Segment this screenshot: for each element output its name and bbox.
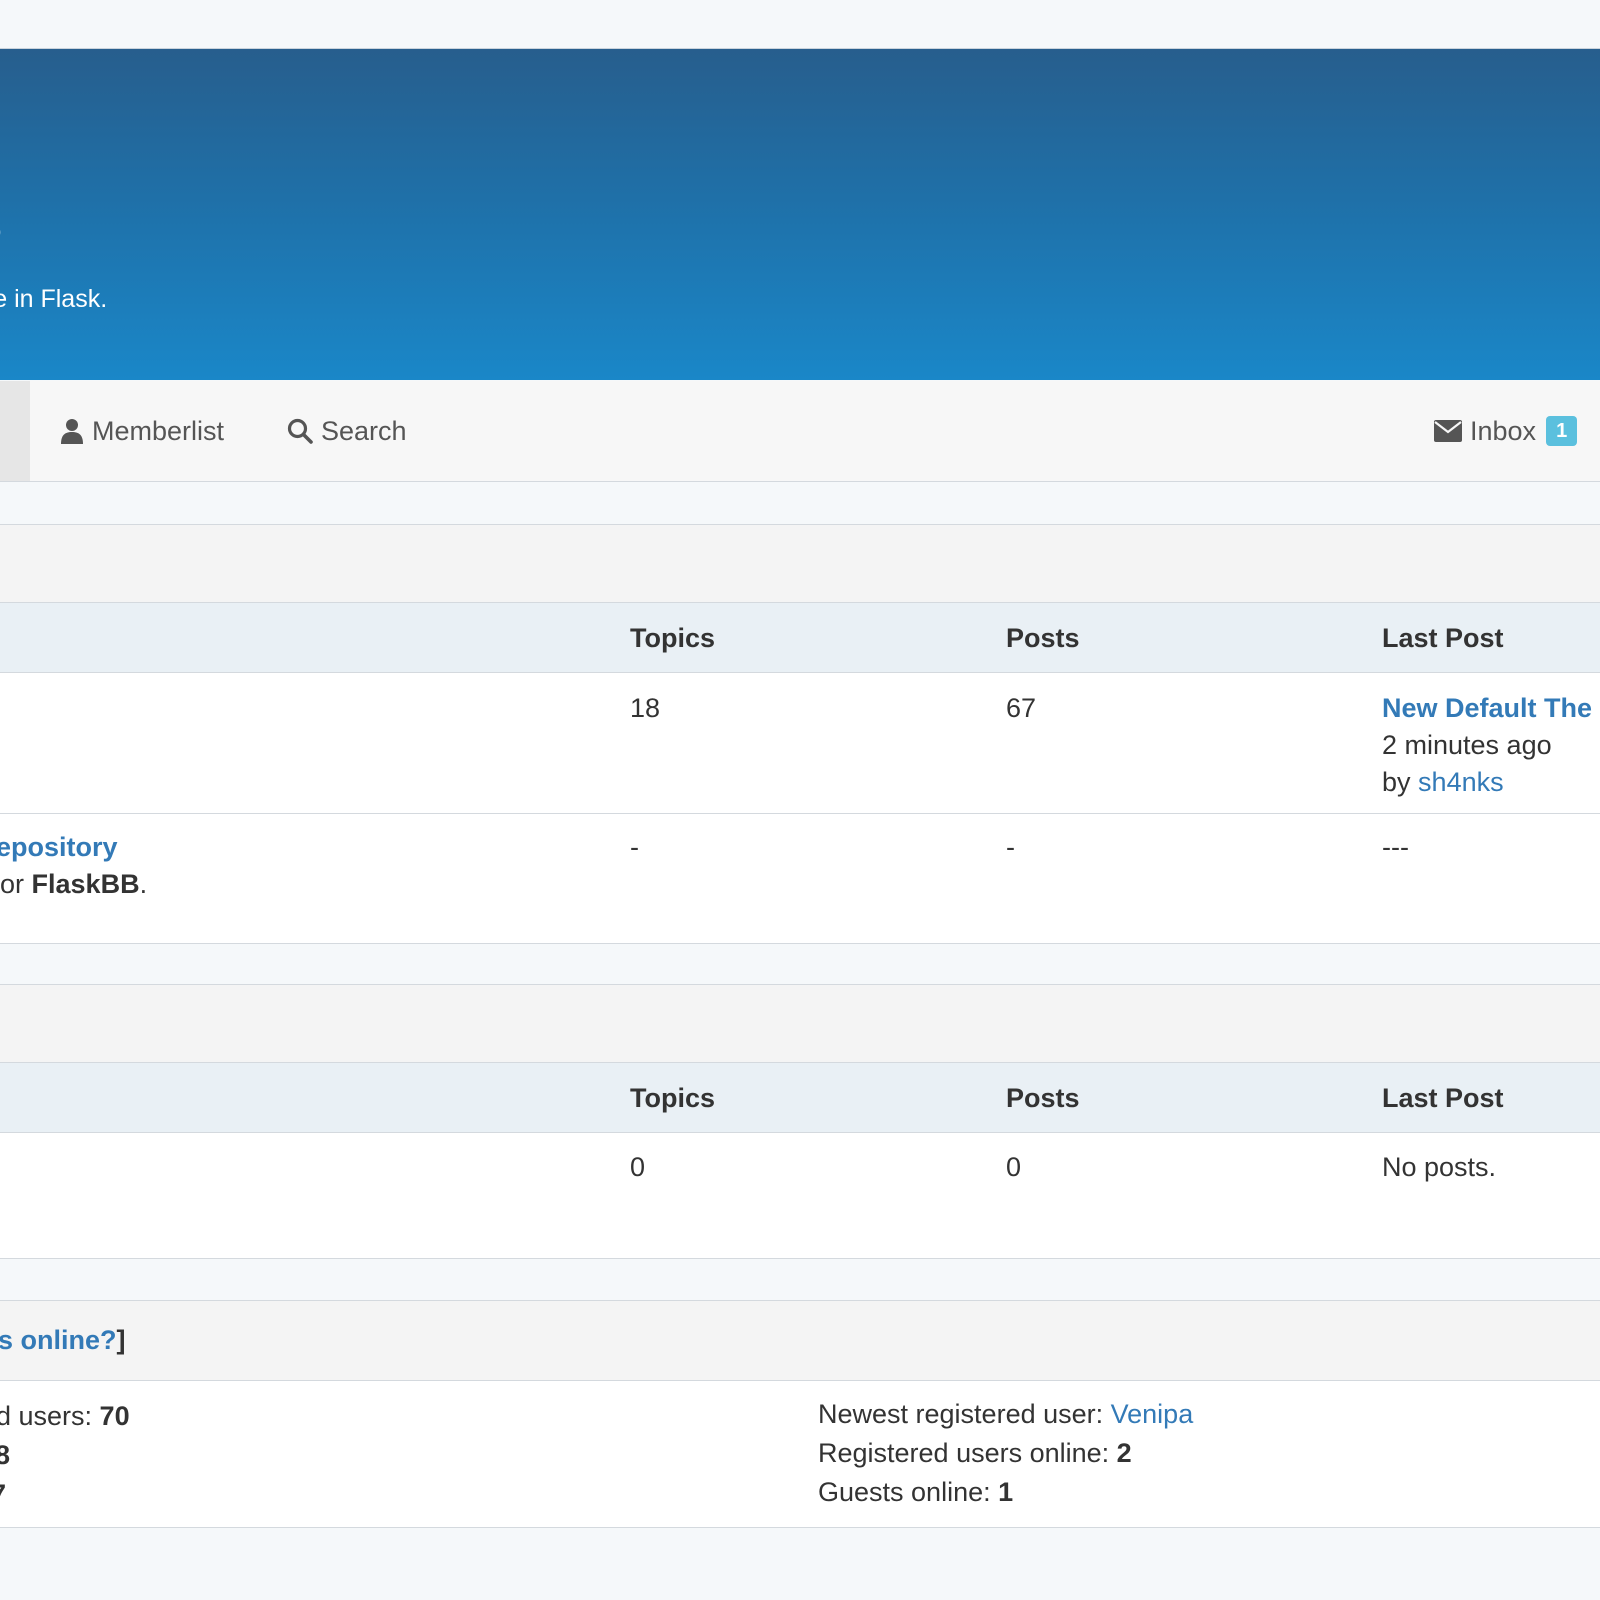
stat-total-users: d users: 70 xyxy=(0,1397,130,1435)
forum-posts-count: - xyxy=(1006,832,1015,862)
nav-item-search[interactable]: Search xyxy=(287,411,407,451)
column-last-post: Last Post xyxy=(1382,1083,1504,1113)
forum-row: 0 0 No posts. xyxy=(0,1133,1600,1259)
forum-topics-count: 0 xyxy=(630,1152,646,1182)
stat-label: d users: xyxy=(0,1401,100,1431)
column-topics: Topics xyxy=(630,1083,716,1113)
nav-inbox-label: Inbox xyxy=(1470,415,1537,446)
nav-item-forum-active[interactable] xyxy=(0,381,30,481)
site-header: B tware in Flask. xyxy=(0,48,1600,380)
last-post-none: No posts. xyxy=(1382,1152,1497,1182)
category-panel: Topics Posts Last Post 18 67 New Default… xyxy=(0,524,1600,944)
forum-table-header: Topics Posts Last Post xyxy=(0,603,1600,673)
stat-value-row3: 7 xyxy=(0,1475,6,1513)
nav-search-label: Search xyxy=(321,415,407,446)
guests-online-value: 1 xyxy=(998,1477,1014,1507)
last-post-by-prefix: by xyxy=(1382,767,1411,797)
user-icon xyxy=(61,419,83,444)
forum-desc-bold: FlaskBB xyxy=(31,869,140,899)
search-icon xyxy=(287,418,313,444)
site-title[interactable]: B xyxy=(0,177,4,263)
guests-online-label: Guests online: xyxy=(818,1477,999,1507)
inbox-count-badge: 1 xyxy=(1546,416,1578,446)
column-posts: Posts xyxy=(1006,623,1080,653)
forum-description: or FlaskBB. xyxy=(0,865,147,903)
site-tagline: tware in Flask. xyxy=(0,285,108,313)
last-post-title-link[interactable]: New Default The xyxy=(1382,689,1592,727)
forum-row: 18 67 New Default The 2 minutes ago by s… xyxy=(0,673,1600,814)
forum-index-page: B tware in Flask. Memberlist Search Inb xyxy=(0,0,1600,1600)
nav-item-memberlist[interactable]: Memberlist xyxy=(60,411,224,451)
category-heading xyxy=(0,985,1600,1063)
column-last-post: Last Post xyxy=(1382,623,1504,653)
forum-title-link[interactable]: epository xyxy=(0,828,118,866)
registered-online-value: 2 xyxy=(1116,1438,1132,1468)
forum-topics-count: - xyxy=(630,832,639,862)
last-post-empty: --- xyxy=(1382,832,1409,862)
column-topics: Topics xyxy=(630,623,716,653)
forum-table-header: Topics Posts Last Post xyxy=(0,1063,1600,1133)
stat-value: 70 xyxy=(99,1401,130,1431)
forum-row: epository or FlaskBB. - - --- xyxy=(0,814,1600,944)
column-posts: Posts xyxy=(1006,1083,1080,1113)
last-post-time: 2 minutes ago xyxy=(1382,730,1552,760)
nav-item-inbox[interactable]: Inbox 1 xyxy=(1434,411,1578,451)
stat-newest-user: Newest registered user: Venipa xyxy=(818,1395,1193,1433)
nav-memberlist-label: Memberlist xyxy=(92,415,225,446)
category-panel: Topics Posts Last Post 0 0 No posts. xyxy=(0,984,1600,1259)
category-heading xyxy=(0,525,1600,603)
forum-topics-count: 18 xyxy=(630,693,661,723)
forum-posts-count: 0 xyxy=(1006,1152,1022,1182)
stats-heading-text: s online?] xyxy=(0,1321,126,1359)
envelope-icon xyxy=(1434,420,1462,442)
board-stats-panel: s online?] d users: 70 8 7 Newest regist… xyxy=(0,1300,1600,1528)
newest-user-link[interactable]: Venipa xyxy=(1111,1399,1194,1429)
stats-heading-bracket: ] xyxy=(116,1325,126,1355)
whos-online-link[interactable]: s online? xyxy=(0,1325,117,1355)
forum-desc-suffix: . xyxy=(139,869,148,899)
forum-posts-count: 67 xyxy=(1006,693,1037,723)
last-post-author: by sh4nks xyxy=(1382,763,1504,801)
stat-guests-online: Guests online: 1 xyxy=(818,1473,1013,1511)
main-navbar: Memberlist Search Inbox 1 xyxy=(0,381,1600,482)
stat-registered-online: Registered users online: 2 xyxy=(818,1434,1132,1472)
forum-desc-prefix: or xyxy=(0,869,25,899)
stat-value-row2: 8 xyxy=(0,1440,11,1470)
stats-heading: s online?] xyxy=(0,1301,1600,1381)
registered-online-label: Registered users online: xyxy=(818,1438,1117,1468)
newest-user-label: Newest registered user: xyxy=(818,1399,1111,1429)
last-post-user-link[interactable]: sh4nks xyxy=(1418,767,1504,797)
